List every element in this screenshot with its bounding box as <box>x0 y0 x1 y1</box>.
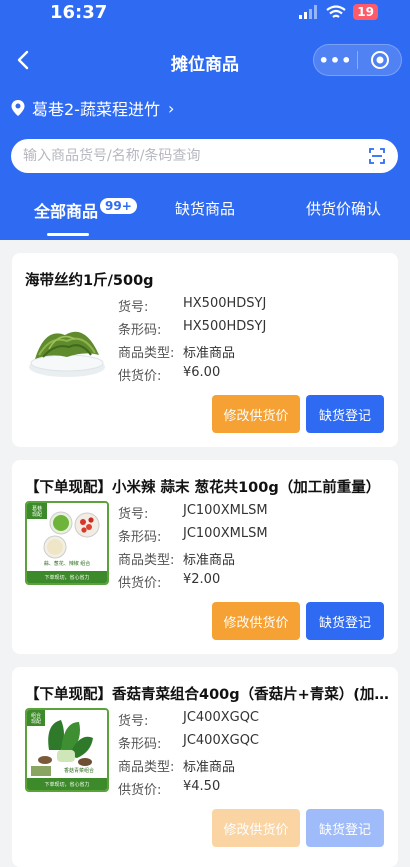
battery-indicator: 19 <box>353 4 378 20</box>
sku-label: 货号: <box>118 300 149 315</box>
thumb-caption: 香菇青菜组合 <box>64 767 94 774</box>
sku-label: 货号: <box>118 714 149 729</box>
sku-value: HX500HDSYJ <box>183 296 267 311</box>
product-thumbnail <box>25 305 109 389</box>
product-card: 【下单现配】小米辣 蒜末 葱花共100g（加工前重量） 葛巷 现配 蒜、葱花、辣… <box>12 460 398 654</box>
scan-icon[interactable] <box>368 147 386 165</box>
mini-program-capsule: ••• <box>313 44 402 76</box>
type-label: 商品类型: <box>118 760 175 775</box>
tab-out-of-stock[interactable]: 缺货商品 <box>175 198 235 219</box>
type-value: 标准商品 <box>183 760 236 775</box>
thumb-tag-line2: 现配 <box>31 719 41 725</box>
tab-bar: 全部商品 99+ 缺货商品 供货价确认 <box>0 190 410 240</box>
active-tab-indicator <box>47 233 89 236</box>
barcode-label: 条形码: <box>118 737 162 752</box>
status-icons: 19 <box>299 4 378 20</box>
barcode-label: 条形码: <box>118 530 162 545</box>
more-options-icon[interactable]: ••• <box>314 51 357 70</box>
product-card: 【下单现配】香菇青菜组合400g（香菇片+青菜）(加工前重量) 组合 现配 香菇… <box>12 667 398 867</box>
search-bar <box>11 139 398 173</box>
edit-price-button[interactable]: 修改供货价 <box>212 809 300 847</box>
search-input[interactable] <box>23 148 368 164</box>
product-thumbnail: 葛巷 现配 蒜、葱花、辣椒 组合 下单现切，省心省力 <box>25 501 109 585</box>
thumb-tag-line1: 组合 <box>31 712 41 719</box>
thumb-footer: 下单现切，省心省力 <box>44 574 89 581</box>
edit-price-button[interactable]: 修改供货价 <box>212 395 300 433</box>
out-of-stock-button[interactable]: 缺货登记 <box>306 395 384 433</box>
wifi-icon <box>326 4 346 18</box>
sku-value: JC100XMLSM <box>183 503 268 518</box>
product-title: 【下单现配】小米辣 蒜末 葱花共100g（加工前重量） <box>25 480 381 496</box>
price-label: 供货价: <box>118 369 162 384</box>
thumb-tag-line2: 现配 <box>32 512 42 518</box>
thumb-caption: 蒜、葱花、辣椒 组合 <box>44 560 91 567</box>
location-name: 葛巷2-蔬菜程进竹 <box>32 100 160 119</box>
barcode-value: JC100XMLSM <box>183 526 268 541</box>
price-value: ¥2.00 <box>183 572 221 587</box>
close-miniprogram-icon[interactable] <box>358 50 401 70</box>
out-of-stock-button[interactable]: 缺货登记 <box>306 809 384 847</box>
price-label: 供货价: <box>118 783 162 798</box>
tab-all-products[interactable]: 全部商品 <box>34 198 98 222</box>
type-value: 标准商品 <box>183 346 236 361</box>
edit-price-button[interactable]: 修改供货价 <box>212 602 300 640</box>
all-products-count-badge: 99+ <box>100 198 137 214</box>
product-title: 【下单现配】香菇青菜组合400g（香菇片+青菜）(加工前重量) <box>25 687 391 703</box>
price-value: ¥4.50 <box>183 779 221 794</box>
thumb-footer: 下单现切，省心省力 <box>44 781 89 788</box>
barcode-label: 条形码: <box>118 323 162 338</box>
sku-value: JC400XGQC <box>183 710 260 725</box>
seaweed-image <box>25 305 109 389</box>
product-card: 海带丝约1斤/500g 货号: HX500HDSYJ 条形码: HX500HDS… <box>12 253 398 447</box>
price-label: 供货价: <box>118 576 162 591</box>
status-time: 16:37 <box>50 2 108 23</box>
nav-bar: 摊位商品 ••• <box>0 38 410 84</box>
type-value: 标准商品 <box>183 553 236 568</box>
header: 16:37 19 摊位商品 ••• 葛巷2-蔬菜程进竹 › 输入商品货号/名称/… <box>0 0 410 240</box>
product-title: 海带丝约1斤/500g <box>25 273 154 289</box>
sku-label: 货号: <box>118 507 149 522</box>
mushroom-greens-image: 组合 现配 香菇青菜组合 下单现切，省心省力 <box>27 710 107 790</box>
thumb-tag-line1: 葛巷 <box>32 505 42 512</box>
location-selector[interactable]: 葛巷2-蔬菜程进竹 › <box>10 96 174 120</box>
chili-garlic-image: 葛巷 现配 蒜、葱花、辣椒 组合 下单现切，省心省力 <box>27 503 107 583</box>
barcode-value: JC400XGQC <box>183 733 260 748</box>
price-value: ¥6.00 <box>183 365 221 380</box>
product-thumbnail: 组合 现配 香菇青菜组合 下单现切，省心省力 <box>25 708 109 792</box>
signal-icon <box>299 5 318 19</box>
type-label: 商品类型: <box>118 553 175 568</box>
location-pin-icon <box>11 100 25 116</box>
tab-price-confirm[interactable]: 供货价确认 <box>306 198 381 219</box>
chevron-right-icon: › <box>167 98 175 118</box>
barcode-value: HX500HDSYJ <box>183 319 267 334</box>
out-of-stock-button[interactable]: 缺货登记 <box>306 602 384 640</box>
status-bar: 16:37 19 <box>0 0 410 26</box>
type-label: 商品类型: <box>118 346 175 361</box>
